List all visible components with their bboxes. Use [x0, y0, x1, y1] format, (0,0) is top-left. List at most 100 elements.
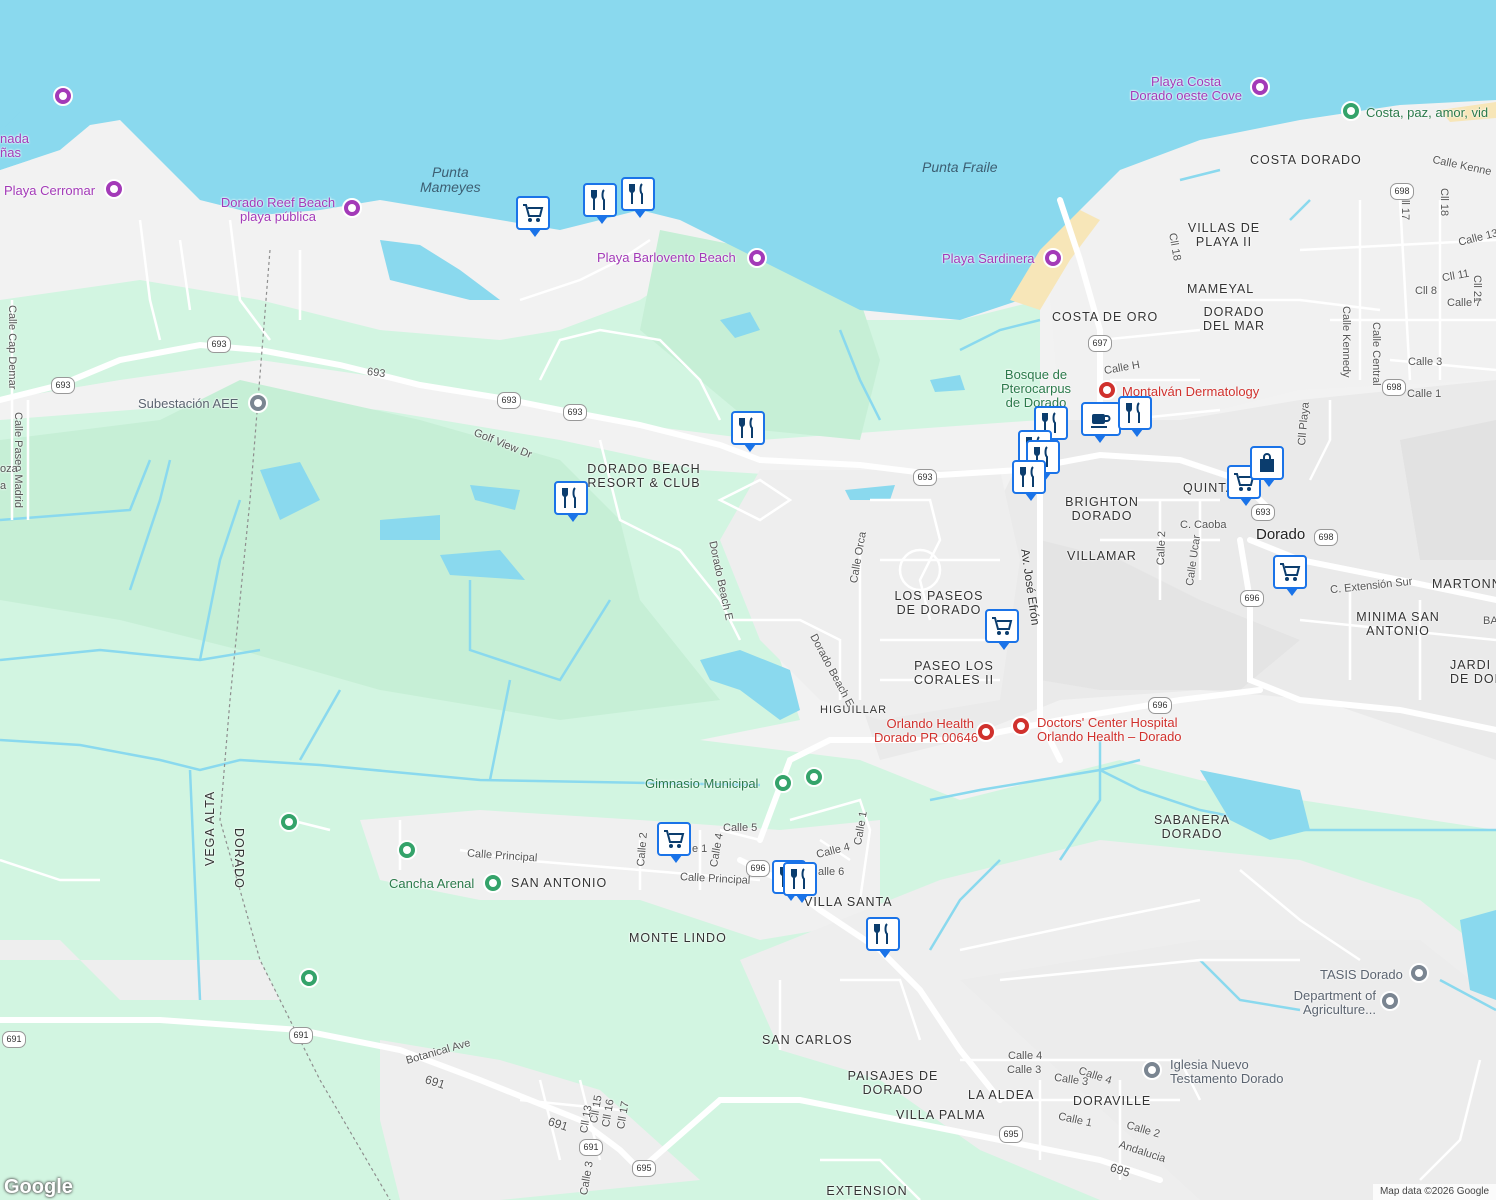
poi-cancha[interactable]: Cancha Arenal [389, 877, 474, 891]
hood-san-antonio: SAN ANTONIO [511, 876, 608, 890]
poi-iglesia[interactable]: Iglesia Nuevo Testamento Dorado [1170, 1058, 1283, 1086]
street-calle-5: Calle 5 [723, 822, 758, 834]
medical-icon[interactable] [1097, 380, 1117, 400]
route-shield-698: 698 [1390, 183, 1414, 200]
hood-la-aldea: LA ALDEA [968, 1088, 1035, 1102]
route-shield-693: 693 [207, 336, 231, 353]
route-shield-693: 693 [563, 404, 587, 421]
camera-icon[interactable] [1250, 77, 1270, 97]
hood-paseo-corales: PASEO LOS CORALES II [913, 659, 995, 687]
hood-extension: EXTENSION HIGUILLAR [826, 1184, 908, 1200]
street-calle-1: Calle 1 [1407, 388, 1442, 400]
building-icon[interactable] [248, 393, 268, 413]
hood-sabanera: SABANERA DORADO [1153, 813, 1231, 841]
hood-monte-lindo: MONTE LINDO [629, 931, 727, 945]
street-calle-7: Calle 7 [1447, 297, 1482, 309]
grocery-cart-icon[interactable] [985, 609, 1019, 650]
street-e-1: e 1 [692, 843, 708, 855]
route-shield-695: 695 [999, 1126, 1023, 1143]
grocery-cart-icon[interactable] [657, 822, 691, 863]
poi-gimnasio[interactable]: Gimnasio Municipal [645, 777, 758, 791]
poi-doctors-center[interactable]: Doctors' Center Hospital Orlando Health … [1037, 716, 1182, 744]
restaurant-icon[interactable] [1118, 396, 1152, 437]
hood-san-carlos: SAN CARLOS [762, 1033, 853, 1047]
restaurant-icon[interactable] [583, 183, 617, 224]
route-shield-696: 696 [746, 860, 770, 877]
poi-subestacion[interactable]: Subestación AEE [138, 397, 238, 411]
park-icon[interactable] [483, 873, 503, 893]
map-attribution[interactable]: Map data ©2026 Google [1373, 1184, 1496, 1200]
building-icon[interactable] [1380, 991, 1400, 1011]
poi-agriculture[interactable]: Department of Agriculture... [1284, 989, 1376, 1017]
route-shield-697: 697 [1088, 335, 1112, 352]
hood-jardin: JARDI DE DOR [1450, 658, 1496, 686]
street-c-caoba: C. Caoba [1180, 519, 1227, 531]
coffee-cup-icon[interactable] [1081, 402, 1121, 443]
street-calle-3: Calle 3 [1408, 356, 1443, 368]
route-shield-696: 696 [1240, 590, 1264, 607]
hood-minima: MINIMA SAN ANTONIO [1356, 610, 1440, 638]
restaurant-icon[interactable] [621, 177, 655, 218]
hood-costa-dorado: COSTA DORADO [1250, 153, 1362, 167]
poi-bosque[interactable]: Bosque de Pterocarpus de Dorado [993, 368, 1079, 410]
camera-icon[interactable] [104, 179, 124, 199]
park-icon[interactable] [299, 968, 319, 988]
poi-tasis[interactable]: TASIS Dorado [1320, 968, 1403, 982]
route-shield-698: 698 [1314, 529, 1338, 546]
park-icon[interactable] [1341, 101, 1361, 121]
camera-icon[interactable] [1043, 248, 1063, 268]
school-icon[interactable] [1409, 963, 1429, 983]
camera-icon[interactable] [342, 198, 362, 218]
camera-icon[interactable] [747, 248, 767, 268]
route-shield-695: 695 [632, 1160, 656, 1177]
hospital-icon[interactable] [1011, 716, 1031, 736]
camera-icon[interactable] [53, 86, 73, 106]
hood-dorado-vertical: DORADO [232, 828, 246, 889]
route-shield-698: 698 [1382, 379, 1406, 396]
route-shield-691: 691 [579, 1139, 603, 1156]
street-calle-kennedy: Calle Kennedy [1340, 306, 1352, 378]
hood-villamar: VILLAMAR [1067, 549, 1137, 563]
hood-dorado-beach: DORADO BEACH RESORT & CLUB [587, 462, 701, 490]
hood-mameyal: MAMEYAL [1187, 282, 1255, 296]
shopping-bag-icon[interactable] [1250, 446, 1284, 487]
poi-dorado-reef[interactable]: Dorado Reef Beach playa pública [216, 196, 340, 224]
street-calle-6: alle 6 [818, 866, 845, 878]
poi-costa-paz[interactable]: Costa, paz, amor, vid [1366, 106, 1488, 120]
hood-paseos: LOS PASEOS DE DORADO [894, 589, 984, 617]
street-calle-4c: Calle 4 [1008, 1050, 1043, 1062]
map-canvas[interactable]: Punta Mameyes Punta Fraile Playa Costa D… [0, 0, 1496, 1200]
grocery-cart-icon[interactable] [516, 196, 550, 237]
street-cll-18b: Cll 18 [1438, 188, 1450, 217]
street-calle-paseo: Calle Paseo Madrid [12, 412, 24, 508]
poi-playa-cerromar[interactable]: Playa Cerromar [4, 184, 95, 198]
restaurant-icon[interactable] [554, 481, 588, 522]
tree-icon[interactable] [279, 812, 299, 832]
poi-ensenada[interactable]: nada ñas [0, 132, 29, 160]
park-icon[interactable] [804, 767, 824, 787]
park-icon[interactable] [397, 840, 417, 860]
hospital-icon[interactable] [976, 722, 996, 742]
poi-playa-costa[interactable]: Playa Costa Dorado oeste Cove [1126, 75, 1246, 103]
hood-costa-oro: COSTA DE ORO [1052, 310, 1159, 324]
route-shield-691: 691 [289, 1027, 313, 1044]
poi-playa-barlovento[interactable]: Playa Barlovento Beach [597, 251, 736, 265]
restaurant-icon[interactable] [866, 917, 900, 958]
hood-brighton: BRIGHTON DORADO [1065, 495, 1139, 523]
church-icon[interactable] [1142, 1060, 1162, 1080]
hood-paisajes: PAISAJES DE DORADO [847, 1069, 939, 1097]
poi-orlando-health[interactable]: Orlando Health Dorado PR 00646 [874, 717, 978, 745]
route-shield-691: 691 [2, 1031, 26, 1048]
restaurant-icon[interactable] [1012, 460, 1046, 501]
label-punta-fraile: Punta Fraile [922, 159, 998, 175]
restaurant-icon[interactable] [783, 862, 817, 903]
hood-dorado-town: Dorado [1256, 526, 1306, 543]
grocery-cart-icon[interactable] [1273, 555, 1307, 596]
poi-playa-sardinera[interactable]: Playa Sardinera [942, 252, 1035, 266]
hood-dorado-mar: DORADO DEL MAR [1202, 305, 1266, 333]
hood-villa-palma: VILLA PALMA [896, 1108, 986, 1122]
street-cll-8: Cll 8 [1415, 285, 1438, 297]
restaurant-icon[interactable] [731, 411, 765, 452]
street-calle-cap: Calle Cap Demar [6, 305, 18, 390]
gym-icon[interactable] [773, 773, 793, 793]
